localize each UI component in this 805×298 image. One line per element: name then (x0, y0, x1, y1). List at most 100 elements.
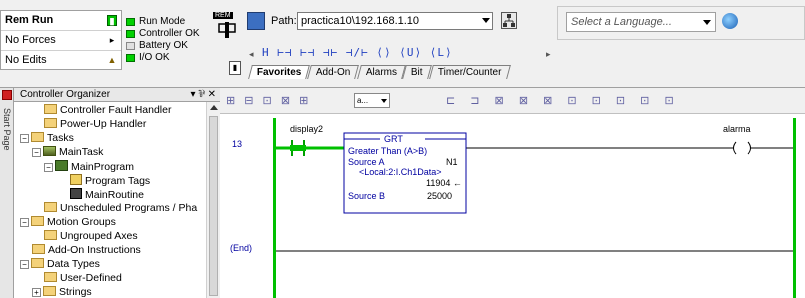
program-icon (55, 160, 68, 171)
led-ok-icon (126, 30, 135, 38)
edits-lock-icon: ▲ (107, 55, 117, 65)
tree-item-tasks[interactable]: − Tasks (20, 132, 74, 145)
organizer-scrollbar[interactable] (206, 102, 220, 298)
mode-status[interactable]: Rem Run ▮ (1, 11, 121, 31)
folder-icon (44, 202, 57, 212)
grt-description: Greater Than (A>B) (348, 146, 427, 156)
coil-tag[interactable]: alarma (723, 124, 751, 134)
grt-source-a-live-value: 11904 ← (426, 178, 462, 188)
start-page-icon (2, 90, 12, 100)
rung-tools-icons[interactable]: ⊏ ⊐ ⊠ ⊠ ⊠ ⊡ ⊡ ⊡ ⊡ ⊡ (446, 94, 680, 107)
right-power-rail (793, 118, 796, 298)
tree-item-mainprogram[interactable]: − MainProgram (44, 160, 134, 173)
rung-number: 13 (232, 139, 242, 149)
tree-item-data-types[interactable]: − Data Types (20, 258, 100, 271)
keyswitch-icon (218, 22, 236, 38)
tree-item-user-defined[interactable]: User-Defined (44, 272, 122, 285)
tab-bit[interactable]: Bit (402, 65, 432, 79)
collapse-icon[interactable]: − (32, 148, 41, 157)
grt-title: GRT (384, 134, 403, 144)
instruction-tabs: Favorites Add-On Alarms Bit Timer/Counte… (248, 65, 511, 79)
forces-status[interactable]: No Forces ▸ (1, 31, 121, 51)
tab-timer-counter[interactable]: Timer/Counter (428, 65, 511, 79)
zoom-combo[interactable]: a... (354, 93, 390, 108)
ladder-editor: ⊞ ⊟ ⊡ ⊠ ⊞ a... ⊏ ⊐ ⊠ ⊠ ⊠ ⊡ ⊡ ⊡ ⊡ ⊡ 13 di… (220, 88, 805, 298)
led-run-icon (126, 18, 135, 26)
tab-alarms[interactable]: Alarms (356, 65, 406, 79)
ote-coil-icon[interactable] (732, 141, 752, 155)
folder-icon (31, 132, 44, 142)
grt-source-a-value[interactable]: N1 (446, 157, 458, 167)
tree-item-ungrouped-axes[interactable]: Ungrouped Axes (44, 230, 138, 243)
mode-label: Rem Run (5, 14, 54, 26)
led-ok-label: Controller OK (139, 28, 200, 39)
path-label: Path: (271, 15, 297, 27)
tree-item-motion-groups[interactable]: − Motion Groups (20, 216, 116, 229)
instruction-palette[interactable]: H ⊢⊣ ⊢⊣ ⊣⊢ ⊣/⊢ ⟨⟩ ⟨U⟩ ⟨L⟩ (262, 46, 453, 62)
led-run-mode: Run Mode (126, 16, 206, 28)
tree-item-strings[interactable]: + Strings (32, 286, 92, 298)
instruction-toolbar: ◂ H ⊢⊣ ⊢⊣ ⊣⊢ ⊣/⊢ ⟨⟩ ⟨U⟩ ⟨L⟩ ▸ Favorites … (248, 46, 557, 80)
controller-properties-button[interactable]: ▮ (229, 61, 241, 75)
path-value: practica10\192.168.1.10 (301, 15, 420, 27)
language-placeholder: Select a Language... (571, 16, 672, 28)
left-power-rail (273, 118, 276, 298)
led-io-icon (126, 54, 135, 62)
end-rung-label: (End) (230, 243, 252, 253)
path-input[interactable]: practica10\192.168.1.10 (297, 12, 493, 30)
tree-item-program-tags[interactable]: Program Tags (70, 174, 150, 187)
chevron-down-icon[interactable] (703, 20, 711, 25)
xic-contact-icon[interactable] (290, 140, 306, 156)
task-icon (43, 146, 56, 156)
chevron-down-icon[interactable] (381, 99, 387, 103)
tab-add-on[interactable]: Add-On (307, 65, 360, 79)
who-active-button[interactable] (501, 12, 517, 29)
grt-source-a-tag: <Local:2:I.Ch1Data> (359, 167, 442, 177)
edits-label: No Edits (5, 54, 47, 66)
led-battery-icon (126, 42, 135, 50)
expand-icon[interactable]: + (32, 288, 41, 297)
collapse-icon[interactable]: − (44, 163, 53, 172)
ladder-diagram[interactable]: 13 display2 GRT Greater Than (A>B) Sourc… (220, 114, 805, 298)
scroll-left-icon[interactable]: ◂ (249, 49, 254, 60)
start-page-tab[interactable]: Start Page (0, 88, 14, 298)
forces-dropdown-icon[interactable]: ▸ (107, 35, 117, 46)
edits-status[interactable]: No Edits ▲ (1, 51, 121, 71)
scroll-right-icon[interactable]: ▸ (546, 49, 551, 60)
edit-tools-icons[interactable]: ⊞ ⊟ ⊡ ⊠ ⊞ (226, 94, 311, 107)
chevron-down-icon[interactable] (482, 18, 490, 23)
led-run-label: Run Mode (139, 16, 186, 27)
led-io-label: I/O OK (139, 52, 170, 63)
folder-icon (31, 216, 44, 226)
tags-icon (70, 174, 82, 185)
scroll-up-icon[interactable] (210, 105, 218, 110)
scroll-thumb[interactable] (209, 116, 218, 296)
folder-icon (44, 230, 57, 240)
tab-favorites[interactable]: Favorites (248, 65, 311, 79)
tree-item-maintask[interactable]: − MainTask (32, 146, 103, 159)
folder-icon (44, 118, 57, 128)
ladder-routine-icon (70, 188, 82, 199)
language-select[interactable]: Select a Language... (566, 12, 716, 32)
collapse-icon[interactable]: − (20, 134, 29, 143)
tree-item-addon-instructions[interactable]: Add-On Instructions (32, 244, 141, 257)
tree-item-mainroutine[interactable]: MainRoutine (70, 188, 144, 201)
globe-icon[interactable] (722, 13, 738, 29)
grt-source-b-value[interactable]: 25000 (427, 191, 452, 201)
pane-controls-icon[interactable]: ▾ ⅌ ✕ (190, 88, 216, 101)
mode-indicator-icon: ▮ (107, 15, 117, 26)
tree-item-unscheduled[interactable]: Unscheduled Programs / Pha (44, 202, 197, 215)
tree-item-fault-handler[interactable]: Controller Fault Handler (44, 104, 171, 117)
tree-item-powerup-handler[interactable]: Power-Up Handler (44, 118, 146, 131)
start-page-label: Start Page (2, 108, 12, 151)
main-toolbar: Rem Run ▮ No Forces ▸ No Edits ▲ Run Mod… (0, 0, 805, 88)
collapse-icon[interactable]: − (20, 218, 29, 227)
led-battery-ok: Battery OK (126, 40, 206, 52)
contact-tag[interactable]: display2 (290, 124, 323, 134)
controller-led-panel: Run Mode Controller OK Battery OK I/O OK (126, 16, 206, 64)
forces-label: No Forces (5, 34, 56, 46)
collapse-icon[interactable]: − (20, 260, 29, 269)
network-nodes-icon (503, 14, 515, 27)
network-icon[interactable] (247, 12, 265, 30)
grt-source-a-label: Source A (348, 157, 385, 167)
